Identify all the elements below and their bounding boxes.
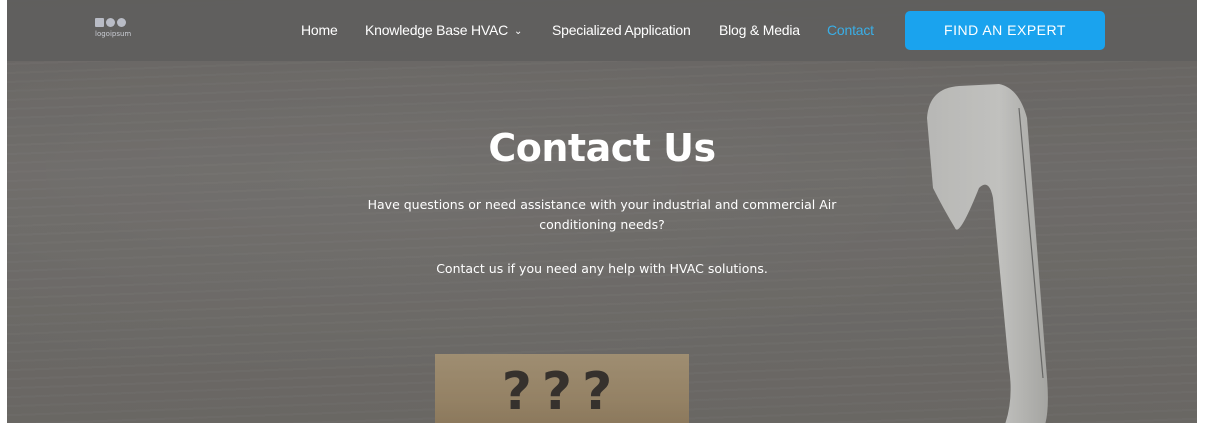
logo-mark-icon xyxy=(95,17,155,28)
hero-help-text: Contact us if you need any help with HVA… xyxy=(436,261,768,276)
find-an-expert-button[interactable]: FIND AN EXPERT xyxy=(905,11,1105,50)
top-navbar: logoipsum Home Knowledge Base HVAC ⌄ Spec… xyxy=(7,0,1197,61)
nav-knowledge-base-label: Knowledge Base HVAC xyxy=(365,22,509,38)
logo-text: logoipsum xyxy=(95,30,132,38)
chevron-down-icon: ⌄ xyxy=(514,26,523,37)
page-title: Contact Us xyxy=(488,126,716,170)
nav-contact[interactable]: Contact xyxy=(827,22,874,38)
site-logo[interactable]: logoipsum xyxy=(95,17,155,43)
nav-specialized-application[interactable]: Specialized Application xyxy=(552,22,691,38)
nav-home[interactable]: Home xyxy=(301,22,338,38)
hero-subtitle: Have questions or need assistance with y… xyxy=(367,197,837,232)
page: ??? logoipsum Home Knowledge Base HVAC ⌄ … xyxy=(7,0,1197,423)
nav-knowledge-base[interactable]: Knowledge Base HVAC ⌄ xyxy=(365,22,522,38)
nav-blog-media[interactable]: Blog & Media xyxy=(719,22,800,38)
